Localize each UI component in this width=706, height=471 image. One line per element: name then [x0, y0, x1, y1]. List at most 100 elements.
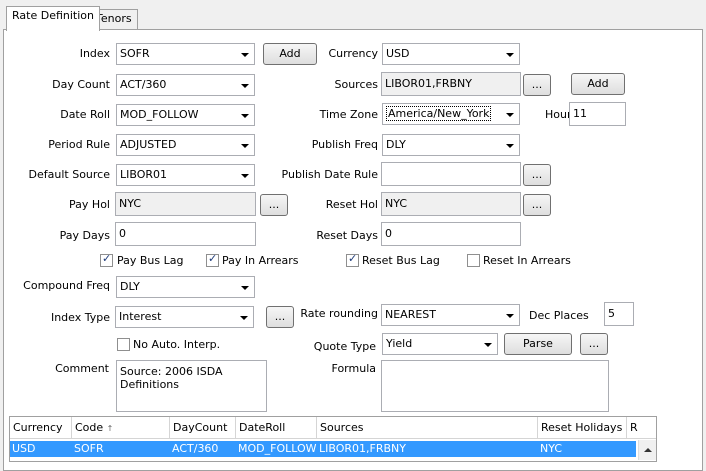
sources-browse-button[interactable]: ... [523, 74, 551, 96]
tab-rate-definition[interactable]: Rate Definition [6, 6, 100, 31]
paydays-label: Pay Days [59, 229, 110, 242]
compoundfreq-combo[interactable]: DLY [116, 276, 255, 298]
resetdays-field[interactable]: 0 [381, 222, 521, 246]
quotetype-combo[interactable]: Yield [382, 333, 498, 355]
resetdays-value: 0 [385, 227, 392, 240]
hour-field[interactable]: 11 [569, 102, 626, 126]
payhol-value: NYC [119, 197, 142, 210]
paybuslag-label: Pay Bus Lag [117, 254, 184, 267]
hour-label: Hour [545, 108, 572, 121]
raterounding-combo[interactable]: NEAREST [381, 304, 520, 326]
vertical-scrollbar[interactable] [638, 440, 656, 460]
resethol-label: Reset Hol [325, 198, 378, 211]
dateroll-value: MOD_FOLLOW [120, 108, 199, 121]
chevron-down-icon [241, 84, 249, 88]
periodrule-combo[interactable]: ADJUSTED [116, 134, 255, 156]
publishfreq-label: Publish Freq [311, 138, 378, 151]
chevron-down-icon [240, 316, 248, 320]
cell-reset-holidays: NYC [540, 442, 563, 455]
decplaces-label: Dec Places [529, 309, 589, 322]
column-header-reset-holidays[interactable]: Reset Holidays [538, 417, 627, 439]
comment-textarea[interactable]: Source: 2006 ISDA Definitions [116, 360, 267, 412]
parse-button[interactable]: Parse [504, 333, 572, 355]
noautointerp-checkbox[interactable] [117, 338, 130, 351]
quotetype-browse-button[interactable]: ... [580, 333, 608, 355]
column-header-currency[interactable]: Currency [10, 417, 72, 439]
paydays-field[interactable]: 0 [115, 222, 256, 246]
column-header-code[interactable]: Code ↑ [72, 417, 170, 439]
resetinarrears-label: Reset In Arrears [483, 254, 571, 267]
column-header-dateroll[interactable]: DateRoll [236, 417, 317, 439]
chevron-down-icon [506, 53, 514, 57]
chevron-down-icon [241, 286, 249, 290]
noautointerp-label: No Auto. Interp. [133, 338, 221, 351]
column-header-code-label: Code [75, 421, 104, 434]
sources-add-button[interactable]: Add [571, 73, 625, 95]
column-header-r[interactable]: R [627, 417, 656, 439]
defaultsource-label: Default Source [28, 168, 110, 181]
rates-table[interactable]: Currency Code ↑ DayCount DateRoll Source… [9, 416, 657, 462]
sources-field[interactable]: LIBOR01,FRBNY [381, 72, 521, 96]
sources-label: Sources [334, 78, 378, 91]
cell-code: SOFR [74, 442, 104, 455]
indextype-browse-button[interactable]: ... [266, 306, 294, 328]
index-add-button[interactable]: Add [263, 43, 317, 65]
formula-textarea[interactable] [381, 360, 609, 412]
decplaces-value: 5 [608, 307, 615, 320]
publishdaterule-field[interactable] [381, 162, 521, 186]
resetbuslag-label: Reset Bus Lag [362, 254, 440, 267]
chevron-down-icon [241, 174, 249, 178]
resethol-field[interactable]: NYC [381, 192, 521, 216]
defaultsource-value: LIBOR01 [120, 168, 168, 181]
chevron-down-icon [484, 343, 492, 347]
indextype-label: Index Type [50, 311, 110, 324]
index-value: SOFR [120, 47, 150, 60]
timezone-label: Time Zone [319, 108, 378, 121]
timezone-combo[interactable]: America/New_York [382, 103, 520, 125]
quotetype-label: Quote Type [313, 340, 376, 353]
payhol-label: Pay Hol [69, 198, 110, 211]
resetinarrears-checkbox[interactable] [467, 254, 480, 267]
cell-dateroll: MOD_FOLLOW [238, 442, 317, 455]
paybuslag-checkbox[interactable] [100, 252, 113, 267]
sort-ascending-icon: ↑ [106, 424, 114, 433]
cell-daycount: ACT/360 [172, 442, 219, 455]
sources-value: LIBOR01,FRBNY [385, 77, 472, 90]
currency-combo[interactable]: USD [382, 43, 520, 65]
hour-value: 11 [573, 107, 587, 120]
daycount-label: Day Count [52, 78, 110, 91]
publishfreq-combo[interactable]: DLY [382, 134, 520, 156]
chevron-down-icon [506, 113, 514, 117]
chevron-down-icon [241, 144, 249, 148]
payhol-browse-button[interactable]: ... [260, 194, 288, 216]
defaultsource-combo[interactable]: LIBOR01 [116, 164, 255, 186]
chevron-down-icon [241, 53, 249, 57]
quotetype-value: Yield [386, 337, 413, 350]
daycount-combo[interactable]: ACT/360 [116, 74, 255, 96]
publishdaterule-label: Publish Date Rule [281, 168, 378, 181]
indextype-combo[interactable]: Interest [115, 306, 254, 328]
compoundfreq-label: Compound Freq [23, 279, 110, 292]
publishfreq-value: DLY [386, 138, 406, 151]
indextype-value: Interest [119, 310, 162, 323]
cell-currency: USD [12, 442, 36, 455]
table-row[interactable]: USD SOFR ACT/360 MOD_FOLLOW LIBOR01,FRBN… [10, 441, 636, 457]
cell-sources: LIBOR01,FRBNY [319, 442, 406, 455]
currency-value: USD [386, 47, 410, 60]
paydays-value: 0 [119, 227, 126, 240]
comment-label: Comment [55, 362, 109, 375]
column-header-daycount[interactable]: DayCount [170, 417, 236, 439]
column-header-sources[interactable]: Sources [317, 417, 538, 439]
comment-value: Source: 2006 ISDA Definitions [120, 365, 223, 391]
resetbuslag-checkbox[interactable] [346, 252, 359, 267]
resethol-browse-button[interactable]: ... [523, 194, 551, 216]
dateroll-combo[interactable]: MOD_FOLLOW [116, 104, 255, 126]
payhol-field[interactable]: NYC [115, 192, 256, 216]
scroll-up-icon[interactable] [644, 448, 652, 452]
decplaces-field[interactable]: 5 [604, 302, 634, 326]
payinarrears-checkbox[interactable] [206, 252, 219, 267]
publishdaterule-browse-button[interactable]: ... [523, 164, 551, 186]
periodrule-label: Period Rule [48, 138, 110, 151]
index-combo[interactable]: SOFR [116, 43, 255, 65]
resethol-value: NYC [385, 197, 408, 210]
